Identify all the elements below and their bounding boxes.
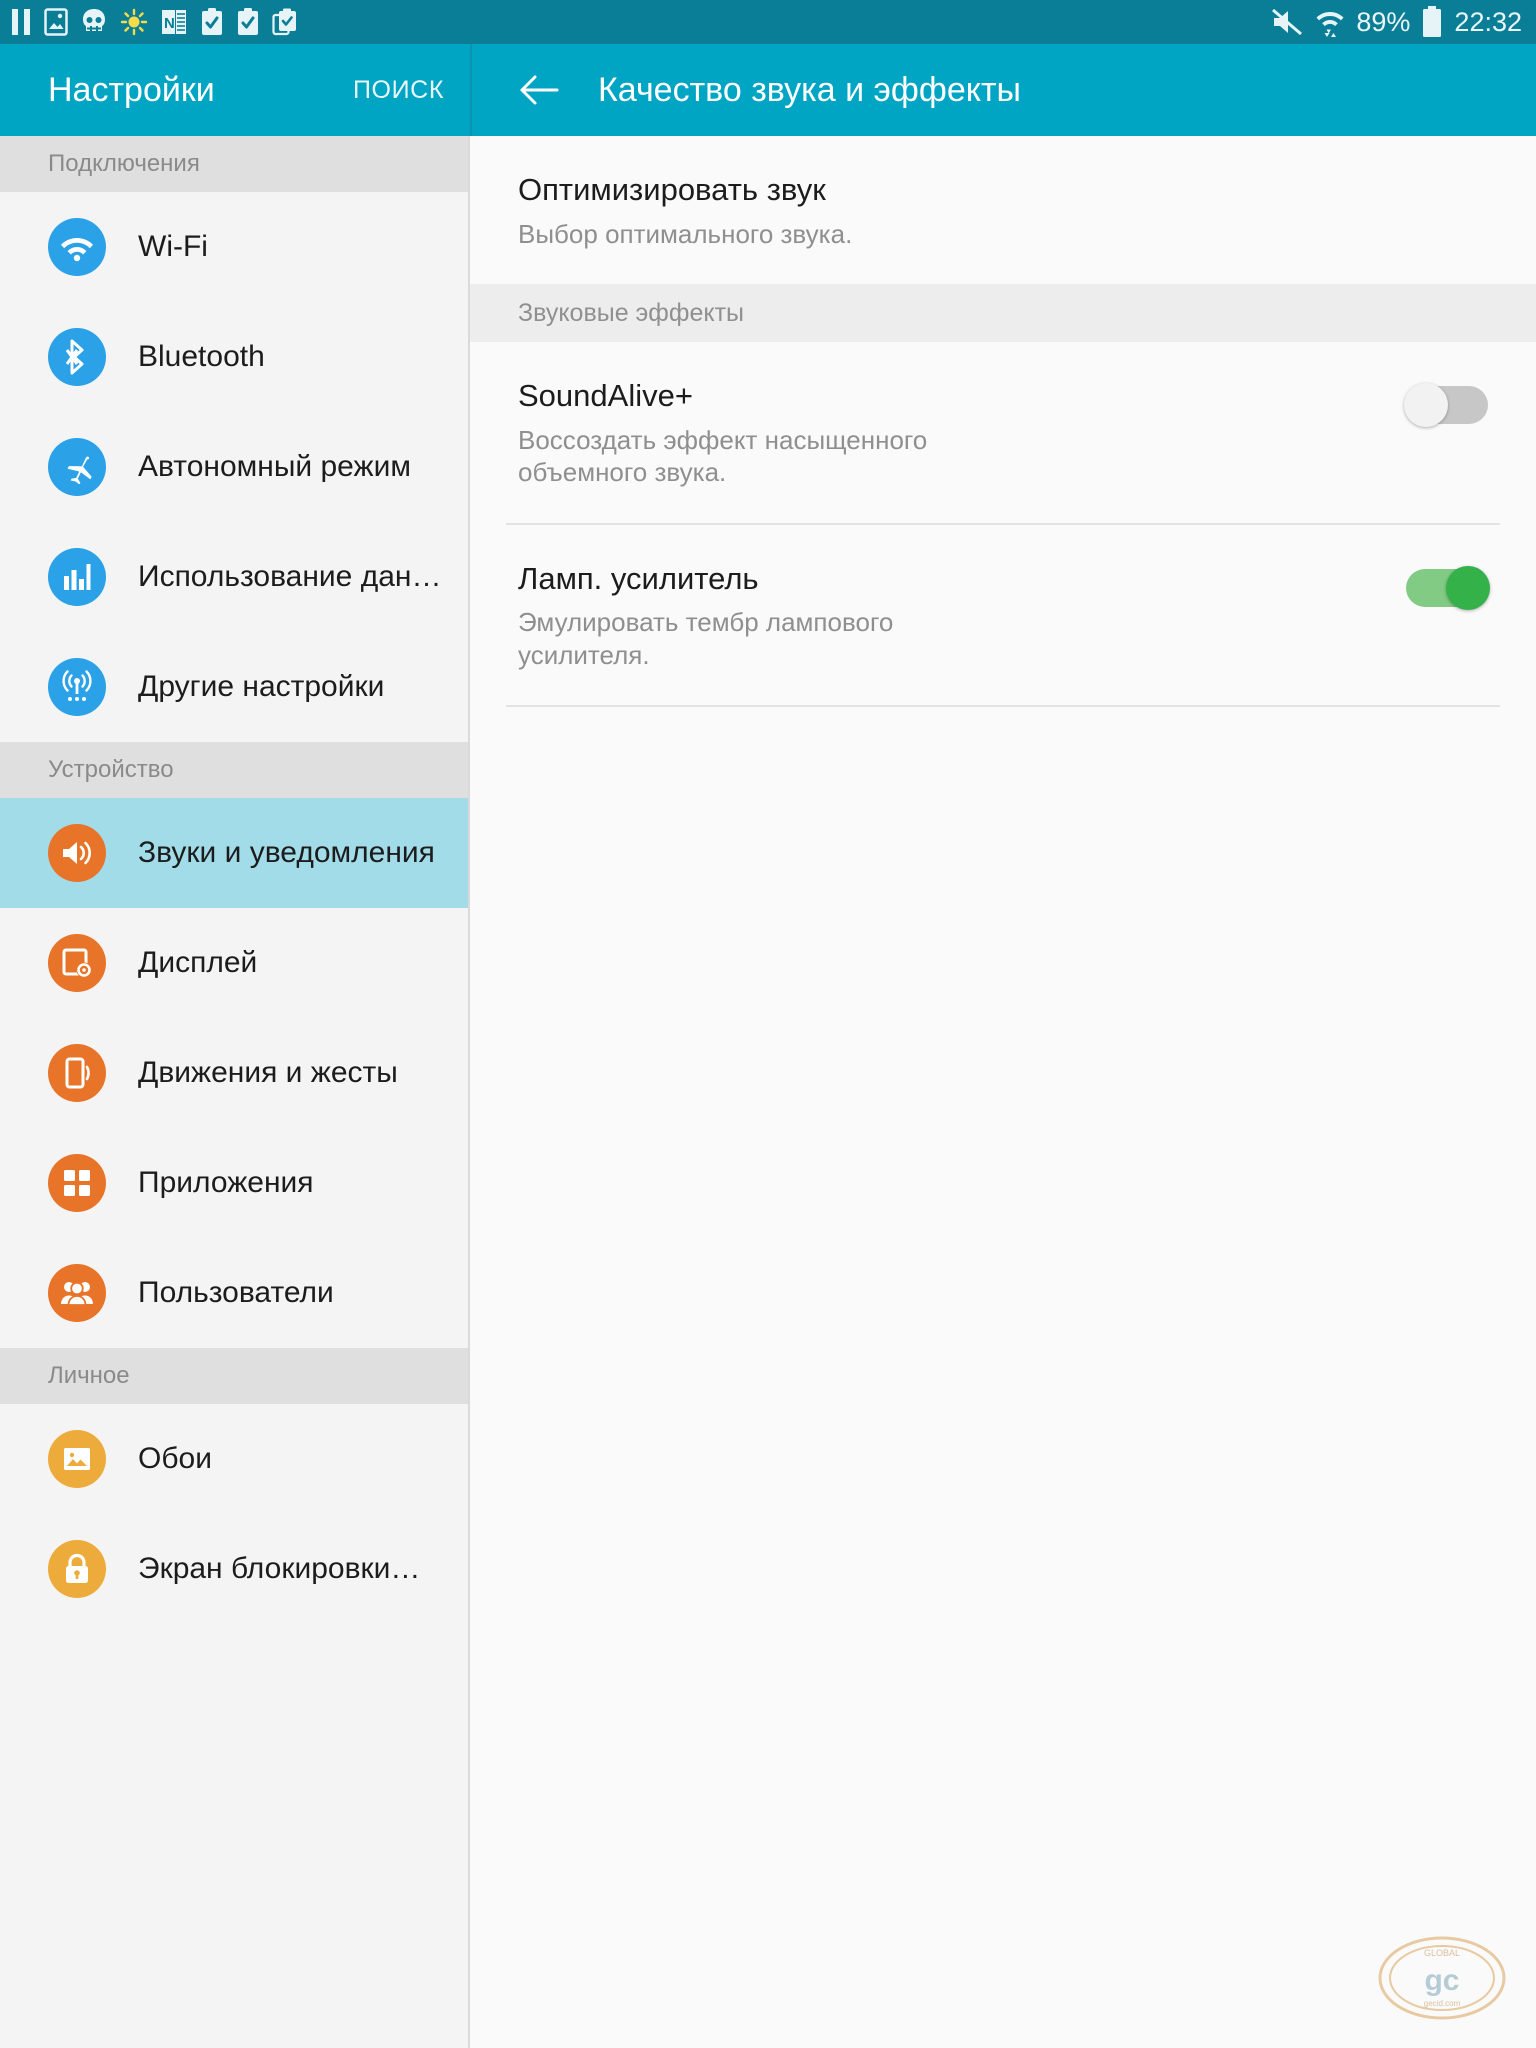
sidebar-section-connections: Подключения xyxy=(0,136,468,192)
gecid-logo-icon: GLOBAL gc gecid.com xyxy=(1378,1936,1506,2020)
sidebar-item-label: Звуки и уведомления xyxy=(138,836,435,869)
status-bar: N 89% 22:32 xyxy=(0,0,1536,44)
tube-amp-toggle[interactable] xyxy=(1406,565,1490,610)
preference-title: Ламп. усилитель xyxy=(518,560,759,596)
sidebar-item-other-settings[interactable]: Другие настройки xyxy=(0,632,468,742)
phone-screen: N 89% 22:32 Настройки ПОИСК Качество зву… xyxy=(0,0,1536,2048)
detail-section-sound-effects: Звуковые эффекты xyxy=(470,284,1536,343)
sidebar-item-users[interactable]: Пользователи xyxy=(0,1238,468,1348)
sidebar-item-motions-gestures[interactable]: Движения и жесты xyxy=(0,1018,468,1128)
preference-texts: Оптимизировать звук Выбор оптимального з… xyxy=(518,172,1488,250)
clipboard-copy-icon xyxy=(272,8,296,36)
sidebar-item-label: Движения и жесты xyxy=(138,1056,398,1089)
page-title: Настройки xyxy=(48,70,215,109)
lock-icon xyxy=(48,1540,106,1598)
toggle-knob xyxy=(1404,383,1448,428)
preference-soundalive-plus[interactable]: SoundAlive+ Воссоздать эффект насыщенног… xyxy=(470,342,1536,523)
sidebar-item-label: Дисплей xyxy=(138,946,258,979)
sidebar-item-applications[interactable]: Приложения xyxy=(0,1128,468,1238)
data-usage-icon xyxy=(48,548,106,606)
status-clock: 22:32 xyxy=(1454,7,1522,37)
svg-text:GLOBAL: GLOBAL xyxy=(1424,1948,1460,1958)
content-area: Подключения Wi-Fi Bluetooth Автономный р… xyxy=(0,136,1536,2048)
display-settings-icon xyxy=(48,934,106,992)
detail-app-bar: Качество звука и эффекты xyxy=(472,44,1536,136)
onenote-icon: N xyxy=(162,10,186,34)
sidebar-item-label: Пользователи xyxy=(138,1276,334,1309)
image-icon xyxy=(44,8,68,36)
wifi-icon xyxy=(48,218,106,276)
users-icon xyxy=(48,1264,106,1322)
speaker-icon xyxy=(48,824,106,882)
apps-grid-icon xyxy=(48,1154,106,1212)
pause-icon xyxy=(12,9,30,35)
preference-subtitle: Эмулировать тембр лампового усилителя. xyxy=(518,607,894,670)
battery-icon xyxy=(1423,6,1442,37)
sidebar-item-label: Приложения xyxy=(138,1166,314,1199)
sidebar-section-personal: Личное xyxy=(0,1348,468,1404)
sidebar-item-label: Использование дан… xyxy=(138,560,442,593)
settings-app-bar: Настройки ПОИСК xyxy=(0,44,470,136)
wallpaper-icon xyxy=(48,1430,106,1488)
sidebar-item-wifi[interactable]: Wi-Fi xyxy=(0,192,468,302)
sidebar-item-airplane-mode[interactable]: Автономный режим xyxy=(0,412,468,522)
preference-texts: SoundAlive+ Воссоздать эффект насыщенног… xyxy=(518,378,1406,489)
status-system-icons: 89% 22:32 xyxy=(1270,0,1522,44)
preference-title: SoundAlive+ xyxy=(518,378,693,414)
clipboard-check-icon xyxy=(202,8,222,35)
sidebar-item-wallpaper[interactable]: Обои xyxy=(0,1404,468,1514)
svg-text:N: N xyxy=(164,15,175,32)
sidebar-item-lock-screen[interactable]: Экран блокировки… xyxy=(0,1514,468,1624)
svg-text:gecid.com: gecid.com xyxy=(1424,1999,1461,2008)
sidebar-item-bluetooth[interactable]: Bluetooth xyxy=(0,302,468,412)
sidebar-item-label: Другие настройки xyxy=(138,670,385,703)
mute-icon xyxy=(1272,8,1303,36)
preference-optimize-sound[interactable]: Оптимизировать звук Выбор оптимального з… xyxy=(470,136,1536,284)
bluetooth-icon xyxy=(48,328,106,386)
clipboard-check-icon xyxy=(238,8,258,35)
sidebar-item-display[interactable]: Дисплей xyxy=(0,908,468,1018)
preference-texts: Ламп. усилитель Эмулировать тембр лампов… xyxy=(518,561,1406,672)
status-notification-icons: N xyxy=(10,8,298,36)
wifi-transfer-icon xyxy=(1316,12,1344,37)
sidebar-item-label: Экран блокировки… xyxy=(138,1552,421,1585)
brightness-icon xyxy=(120,8,148,36)
broadcast-icon xyxy=(48,658,106,716)
sidebar-item-label: Wi-Fi xyxy=(138,230,208,263)
sidebar-item-label: Bluetooth xyxy=(138,340,265,373)
airplane-icon xyxy=(48,438,106,496)
skull-icon xyxy=(83,9,105,31)
detail-pane: Оптимизировать звук Выбор оптимального з… xyxy=(470,136,1536,2048)
search-button[interactable]: ПОИСК xyxy=(353,76,444,105)
sidebar-item-label: Обои xyxy=(138,1442,212,1475)
app-bar-row: Настройки ПОИСК Качество звука и эффекты xyxy=(0,44,1536,136)
detail-title: Качество звука и эффекты xyxy=(598,70,1021,109)
battery-percent: 89% xyxy=(1356,7,1411,37)
preference-subtitle: Выбор оптимального звука. xyxy=(518,218,853,249)
motion-gesture-icon xyxy=(48,1044,106,1102)
sidebar-item-sounds-notifications[interactable]: Звуки и уведомления xyxy=(0,798,468,908)
preference-subtitle: Воссоздать эффект насыщенного объемного … xyxy=(518,424,928,488)
sidebar-item-data-usage[interactable]: Использование дан… xyxy=(0,522,468,632)
soundalive-toggle[interactable] xyxy=(1404,383,1488,428)
row-divider xyxy=(506,705,1500,708)
svg-text:gc: gc xyxy=(1424,1964,1459,1997)
preference-tube-amp[interactable]: Ламп. усилитель Эмулировать тембр лампов… xyxy=(470,525,1536,706)
sidebar-section-device: Устройство xyxy=(0,742,468,798)
settings-sidebar[interactable]: Подключения Wi-Fi Bluetooth Автономный р… xyxy=(0,136,470,2048)
sidebar-item-label: Автономный режим xyxy=(138,450,411,483)
preference-title: Оптимизировать звук xyxy=(518,172,826,207)
toggle-knob xyxy=(1446,565,1490,610)
back-arrow-icon[interactable] xyxy=(516,67,562,113)
